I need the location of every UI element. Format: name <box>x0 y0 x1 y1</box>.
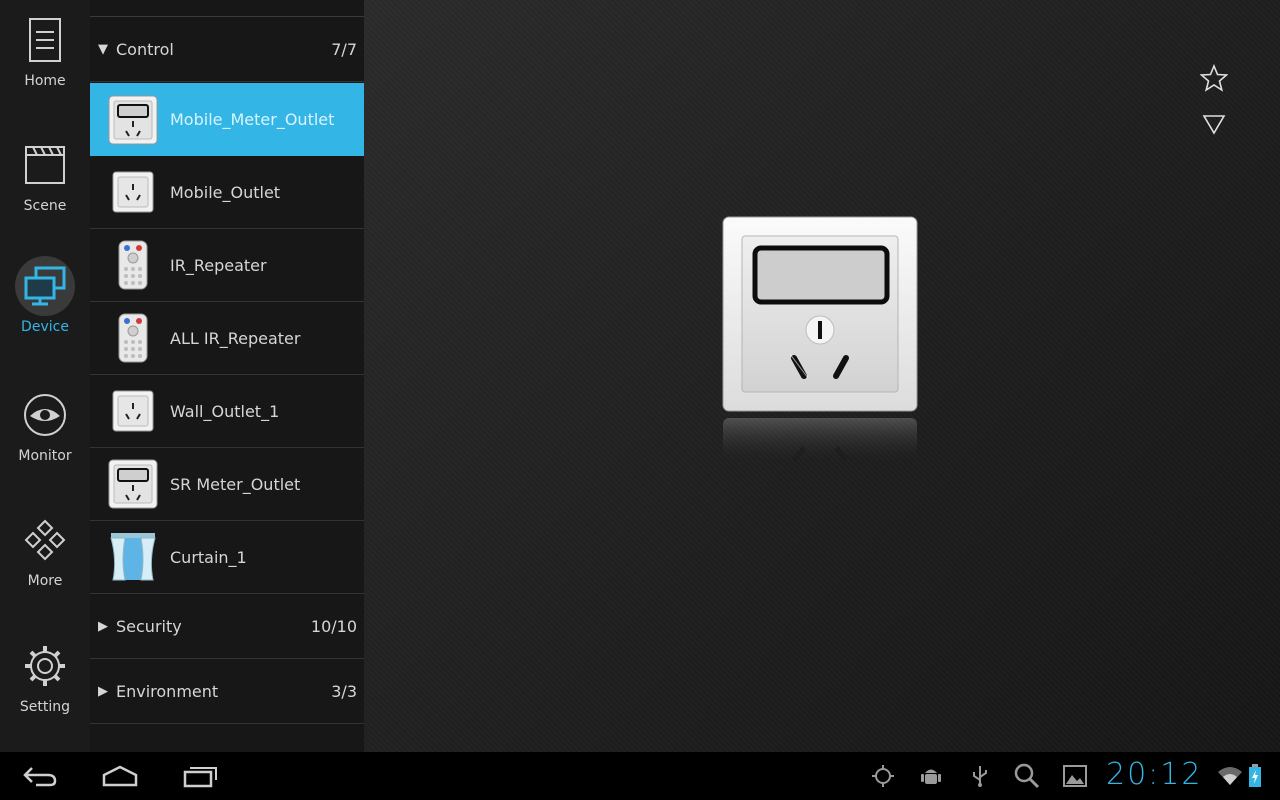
outlet-reflection <box>722 418 918 464</box>
home-icon <box>15 10 75 70</box>
device-item-label: Curtain_1 <box>170 547 247 567</box>
group-header-security[interactable]: ▶ Security 10/10 <box>90 594 364 659</box>
home-house-icon <box>102 765 138 787</box>
filter-dropdown-button[interactable] <box>1196 106 1232 142</box>
divider <box>90 16 364 17</box>
nav-device[interactable]: Device <box>0 250 90 360</box>
nav-more[interactable]: More <box>0 504 90 614</box>
nav-setting-label: Setting <box>19 699 71 715</box>
device-detail-area <box>364 0 1280 752</box>
remote-icon <box>108 313 158 363</box>
back-arrow-icon <box>23 767 57 787</box>
nav-more-label: More <box>27 573 63 589</box>
recent-apps-icon <box>183 767 217 788</box>
usb-icon[interactable] <box>966 762 994 790</box>
device-item-label: Mobile_Meter_Outlet <box>170 110 335 129</box>
device-item-mobile-meter-outlet[interactable]: Mobile_Meter_Outlet <box>90 83 364 156</box>
nav-home-label: Home <box>24 73 66 89</box>
wifi-icon[interactable] <box>1216 762 1244 790</box>
nav-scene[interactable]: Scene <box>0 129 90 239</box>
curtain-icon <box>108 532 158 582</box>
system-navigation-bar: 20:12 <box>0 752 1280 800</box>
device-item-all-ir-repeater[interactable]: ALL IR_Repeater <box>90 302 364 375</box>
remote-icon <box>108 240 158 290</box>
search-icon[interactable] <box>1013 762 1041 790</box>
triangle-down-icon <box>1202 115 1226 135</box>
collapsed-triangle-icon: ▶ <box>98 618 108 634</box>
back-button[interactable] <box>20 758 60 794</box>
nav-monitor-label: Monitor <box>18 448 72 464</box>
status-clock: 20:12 <box>1106 757 1203 792</box>
group-count: 7/7 <box>331 40 357 59</box>
group-count: 3/3 <box>331 681 357 701</box>
meter-outlet-icon <box>108 95 158 145</box>
android-debug-icon[interactable] <box>917 762 945 790</box>
more-diamonds-icon <box>15 510 75 570</box>
group-name: Control <box>116 40 174 59</box>
outlet-icon <box>108 167 158 217</box>
group-name: Environment <box>116 681 219 701</box>
recent-apps-button[interactable] <box>180 758 220 794</box>
device-item-label: IR_Repeater <box>170 255 267 275</box>
favorite-button[interactable] <box>1196 60 1232 96</box>
meter-outlet-image[interactable] <box>722 216 918 412</box>
device-item-ir-repeater[interactable]: IR_Repeater <box>90 229 364 302</box>
device-monitors-icon <box>15 256 75 316</box>
gps-icon[interactable] <box>869 762 897 790</box>
battery-charging-icon[interactable] <box>1243 762 1267 790</box>
gallery-icon[interactable] <box>1061 762 1089 790</box>
device-item-curtain-1[interactable]: Curtain_1 <box>90 521 364 594</box>
meter-outlet-icon <box>108 459 158 509</box>
eye-icon <box>15 385 75 445</box>
expand-triangle-icon: ▼ <box>98 42 108 57</box>
device-item-label: SR Meter_Outlet <box>170 474 301 494</box>
nav-home[interactable]: Home <box>0 4 90 114</box>
clapperboard-icon <box>15 135 75 195</box>
device-item-wall-outlet-1[interactable]: Wall_Outlet_1 <box>90 375 364 448</box>
device-item-sr-meter-outlet[interactable]: SR Meter_Outlet <box>90 448 364 521</box>
gear-icon <box>15 636 75 696</box>
home-button[interactable] <box>100 758 140 794</box>
collapsed-triangle-icon: ▶ <box>98 683 108 699</box>
device-item-label: Mobile_Outlet <box>170 182 281 202</box>
device-list-panel: ▼ Control 7/7 Mobile_Meter_Outlet Mobile… <box>90 0 364 752</box>
group-header-environment[interactable]: ▶ Environment 3/3 <box>90 659 364 724</box>
nav-rail: Home Scene Device Monitor More Setting <box>0 0 90 752</box>
group-count: 10/10 <box>310 616 357 636</box>
nav-monitor[interactable]: Monitor <box>0 379 90 489</box>
star-icon <box>1200 64 1228 92</box>
group-header-control[interactable]: ▼ Control 7/7 <box>90 18 364 82</box>
nav-device-label: Device <box>21 319 69 335</box>
outlet-icon <box>108 386 158 436</box>
device-item-label: ALL IR_Repeater <box>170 328 301 348</box>
group-name: Security <box>116 616 182 636</box>
nav-scene-label: Scene <box>23 198 67 214</box>
nav-setting[interactable]: Setting <box>0 630 90 740</box>
device-item-label: Wall_Outlet_1 <box>170 401 280 421</box>
device-item-mobile-outlet[interactable]: Mobile_Outlet <box>90 156 364 229</box>
